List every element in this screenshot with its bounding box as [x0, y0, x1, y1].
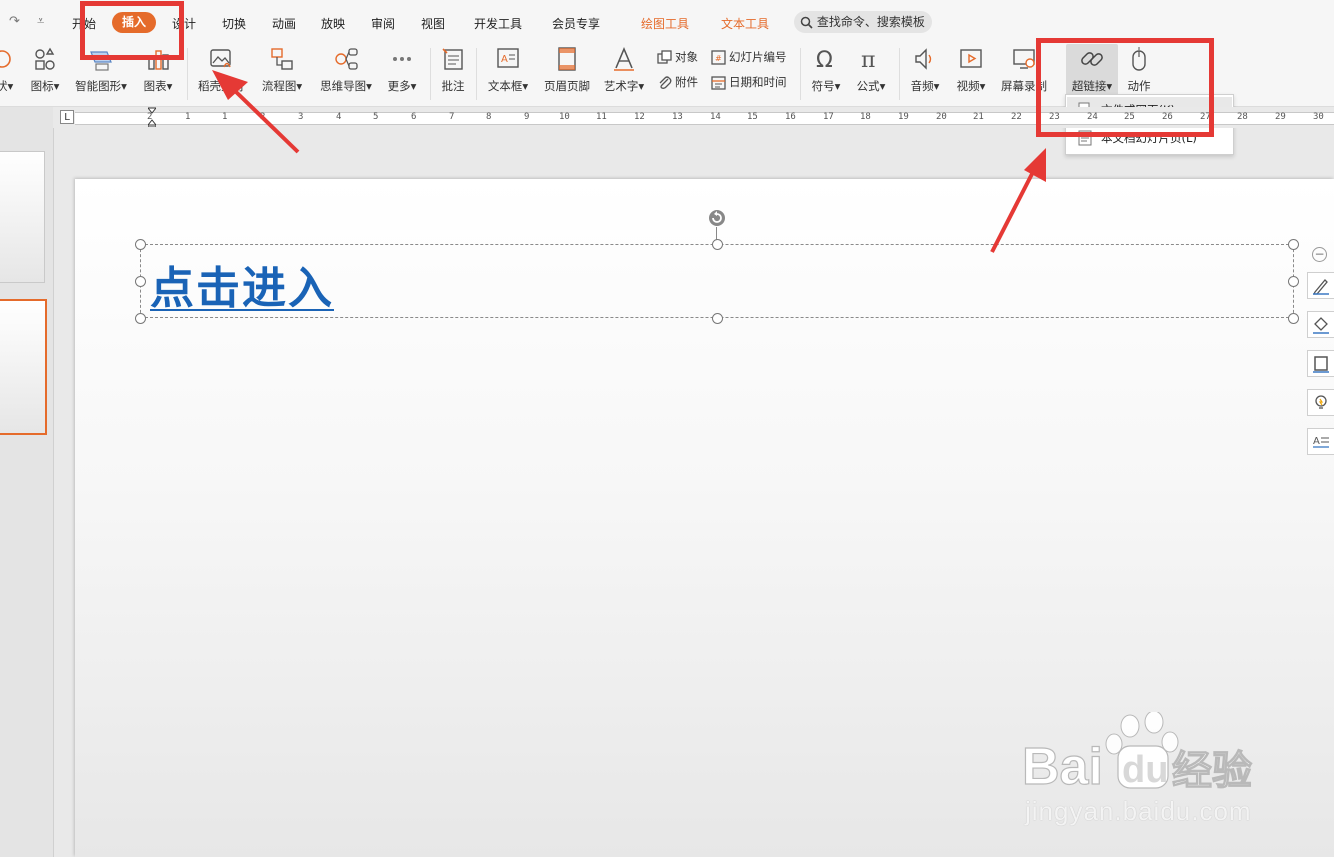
annotation-arrow-material	[212, 70, 300, 154]
annotation-arrows	[212, 70, 1046, 253]
annotation-arrow-hyperlink	[990, 148, 1046, 253]
